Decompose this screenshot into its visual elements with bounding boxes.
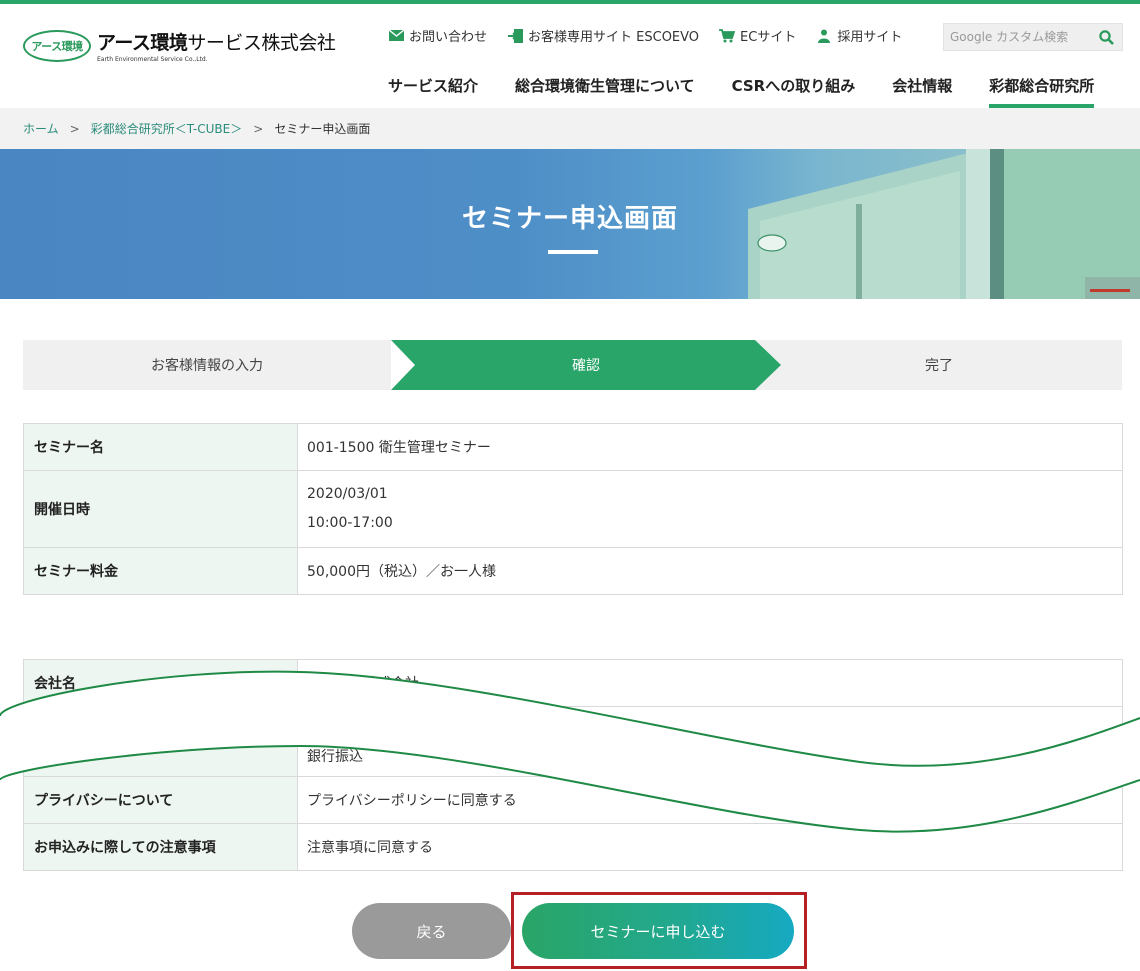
table-row: 会社名 〇〇食品株式会社 [23, 659, 1123, 707]
customer-site-link[interactable]: お客様専用サイト ESCOEVO [507, 26, 699, 45]
seminar-info-table: セミナー名 001-1500 衛生管理セミナー 開催日時 2020/03/01 … [23, 423, 1123, 595]
logo-badge: アース環境 [23, 29, 91, 62]
privacy-value: プライバシーポリシーに同意する [297, 776, 1123, 824]
logo-english-name: Earth Environmental Service Co.,Ltd. [97, 56, 208, 63]
ec-site-label: ECサイト [740, 30, 797, 45]
person-icon [816, 29, 832, 43]
nav-company-info[interactable]: 会社情報 [892, 75, 952, 106]
site-search [943, 23, 1123, 51]
seminar-fee-label: セミナー料金 [23, 547, 298, 595]
seminar-datetime-value: 2020/03/01 10:00-17:00 [297, 470, 1123, 548]
omitted-row-label [23, 706, 298, 777]
company-name-label: 会社名 [23, 659, 298, 707]
step-label: 完了 [925, 358, 953, 374]
contact-link[interactable]: お問い合わせ [388, 26, 487, 45]
breadcrumb: ホーム > 彩都総合研究所＜T-CUBE＞ > セミナー申込画面 [0, 108, 1140, 149]
table-row: 銀行振込 [23, 706, 1123, 777]
step-label: 確認 [572, 358, 600, 374]
progress-steps: お客様情報の入力 完了 確認 [23, 340, 1122, 390]
logo-name-light: サービス株式会社 [187, 32, 336, 54]
breadcrumb-separator: > [69, 121, 80, 136]
recruit-link[interactable]: 採用サイト [816, 26, 902, 45]
page-title: セミナー申込画面 [461, 204, 678, 234]
mail-icon [388, 29, 404, 43]
logo-name-bold: アース環境 [97, 32, 188, 54]
table-row: セミナー名 001-1500 衛生管理セミナー [23, 423, 1123, 471]
step-label: お客様情報の入力 [151, 358, 263, 374]
seminar-date-value: 2020/03/01 [307, 486, 388, 502]
table-row: 開催日時 2020/03/01 10:00-17:00 [23, 470, 1123, 548]
logo-text: アース環境サービス株式会社 Earth Environmental Servic… [97, 28, 336, 63]
breadcrumb-parent[interactable]: 彩都総合研究所＜T-CUBE＞ [91, 120, 243, 137]
page-hero: セミナー申込画面 [0, 149, 1140, 299]
apply-seminar-button[interactable]: セミナーに申し込む [522, 903, 794, 959]
search-input[interactable] [944, 24, 1092, 50]
nav-saito-research-institute[interactable]: 彩都総合研究所 [989, 75, 1095, 108]
seminar-name-value: 001-1500 衛生管理セミナー [297, 423, 1123, 471]
seminar-time-value: 10:00-17:00 [307, 515, 393, 531]
step-complete: 完了 [756, 340, 1122, 390]
search-button[interactable] [1092, 24, 1120, 50]
nav-services[interactable]: サービス紹介 [388, 75, 478, 106]
notice-value: 注意事項に同意する [297, 823, 1123, 871]
seminar-date-label: 開催日時 [23, 470, 298, 548]
nav-environmental-hygiene[interactable]: 総合環境衛生管理について [515, 75, 695, 106]
table-row: セミナー料金 50,000円（税込）／お一人様 [23, 547, 1123, 595]
nav-csr[interactable]: CSRへの取り組み [732, 75, 856, 106]
logo-company-name: アース環境サービス株式会社 [97, 28, 336, 55]
table-row: お申込みに際しての注意事項 注意事項に同意する [23, 823, 1123, 871]
customer-site-label: お客様専用サイト ESCOEVO [528, 30, 700, 45]
title-underline [548, 250, 598, 254]
payment-method-value: 銀行振込 [297, 706, 1123, 777]
step-customer-info: お客様情報の入力 [23, 340, 391, 390]
site-logo[interactable]: アース環境 アース環境サービス株式会社 Earth Environmental … [23, 28, 336, 63]
cart-icon [719, 28, 736, 43]
back-button[interactable]: 戻る [352, 903, 511, 959]
site-header: アース環境 アース環境サービス株式会社 Earth Environmental … [0, 4, 1140, 108]
breadcrumb-separator: > [253, 121, 264, 136]
utility-nav: お問い合わせ お客様専用サイト ESCOEVO ECサイト 採用サイト [388, 26, 922, 45]
privacy-label: プライバシーについて [23, 776, 298, 824]
seminar-name-label: セミナー名 [23, 423, 298, 471]
table-row: プライバシーについて プライバシーポリシーに同意する [23, 776, 1123, 824]
search-icon [1098, 29, 1114, 45]
recruit-label: 採用サイト [837, 30, 903, 45]
step-confirm-active: 確認 [391, 340, 781, 390]
contact-label: お問い合わせ [409, 30, 488, 45]
breadcrumb-current: セミナー申込画面 [274, 122, 371, 136]
breadcrumb-home[interactable]: ホーム [23, 120, 59, 137]
applicant-info-table: 会社名 〇〇食品株式会社 銀行振込 プライバシーについて プライバシーポリシーに… [23, 659, 1123, 871]
ec-site-link[interactable]: ECサイト [719, 26, 796, 45]
company-name-value: 〇〇食品株式会社 [297, 659, 1123, 707]
global-nav: サービス紹介 総合環境衛生管理について CSRへの取り組み 会社情報 彩都総合研… [388, 75, 1095, 108]
login-door-icon [507, 28, 523, 43]
seminar-fee-value: 50,000円（税込）／お一人様 [297, 547, 1123, 595]
notice-label: お申込みに際しての注意事項 [23, 823, 298, 871]
